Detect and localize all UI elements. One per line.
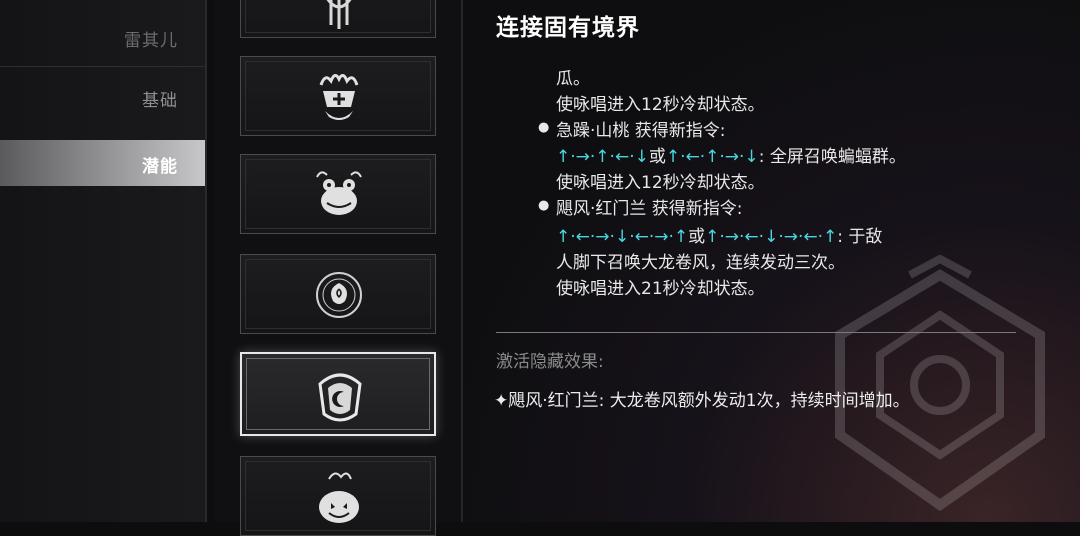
hidden-effect-heading: 激活隐藏效果: bbox=[496, 352, 604, 372]
potential-card[interactable] bbox=[240, 56, 436, 136]
frog-icon bbox=[316, 171, 362, 215]
arrow-sequence: ↑·←·→·↓·←·→·↑ bbox=[556, 227, 689, 247]
potential-card[interactable] bbox=[240, 456, 436, 536]
nav-item-basic[interactable]: 基础 bbox=[142, 86, 178, 111]
or-text: 或 bbox=[688, 227, 706, 247]
command-effect: : 于敌 bbox=[837, 227, 883, 247]
nav-divider bbox=[0, 66, 206, 67]
bullet-dot-icon: ● bbox=[538, 120, 550, 135]
card-list-border bbox=[461, 0, 463, 522]
hidden-effect-text: ✦飓风·红门兰: 大龙卷风额外发动1次，持续时间增加。 bbox=[494, 391, 910, 411]
section-divider bbox=[496, 332, 1016, 333]
description-line: 瓜。 bbox=[556, 69, 590, 89]
potential-card-selected[interactable] bbox=[240, 352, 436, 436]
description-line: 使咏唱进入12秒冷却状态。 bbox=[556, 95, 765, 115]
description-line: 使咏唱进入12秒冷却状态。 bbox=[556, 173, 765, 193]
arrow-sequence: ↑·→·←·↓·→·←·↑ bbox=[705, 227, 838, 247]
spirit-crown-icon bbox=[319, 74, 359, 120]
description-line: 急躁·山桃 获得新指令: bbox=[556, 121, 726, 141]
page-title: 连接固有境界 bbox=[496, 15, 640, 41]
potential-card[interactable] bbox=[240, 154, 436, 234]
command-effect: : 全屏召唤蝙蝠群。 bbox=[758, 147, 906, 167]
potential-card-list bbox=[214, 0, 462, 536]
description-line: 飓风·红门兰 获得新指令: bbox=[556, 199, 743, 219]
pumpkin-icon bbox=[319, 472, 359, 523]
command-line: ↑·←·→·↓·←·→·↑或↑·→·←·↓·→·←·↑: 于敌 bbox=[556, 222, 882, 247]
potential-card[interactable] bbox=[240, 254, 436, 334]
arrow-sequence: ↑·←·↑·→·↓ bbox=[665, 147, 759, 167]
nav-item-potential[interactable]: 潜能 bbox=[0, 140, 206, 186]
dragon-crest-icon bbox=[326, 0, 352, 29]
arrow-sequence: ↑·→·↑·←·↓ bbox=[556, 147, 649, 167]
description-line: 使咏唱进入21秒冷却状态。 bbox=[556, 279, 765, 299]
nav-item-potential-label: 潜能 bbox=[142, 157, 178, 177]
moon-armor-icon bbox=[318, 373, 362, 422]
command-line: ↑·→·↑·←·↓或↑·←·↑·→·↓: 全屏召唤蝙蝠群。 bbox=[556, 142, 906, 167]
sidebar-border bbox=[205, 0, 207, 522]
bullet-dot-icon: ● bbox=[538, 198, 550, 213]
potential-card[interactable] bbox=[240, 0, 436, 38]
nav-item-character[interactable]: 雷其儿 bbox=[124, 26, 178, 51]
description-line: 人脚下召唤大龙卷风，连续发动三次。 bbox=[556, 253, 845, 273]
rose-seal-icon bbox=[316, 272, 362, 318]
category-sidebar: 雷其儿 基础 潜能 bbox=[0, 0, 206, 522]
or-text: 或 bbox=[648, 147, 666, 167]
